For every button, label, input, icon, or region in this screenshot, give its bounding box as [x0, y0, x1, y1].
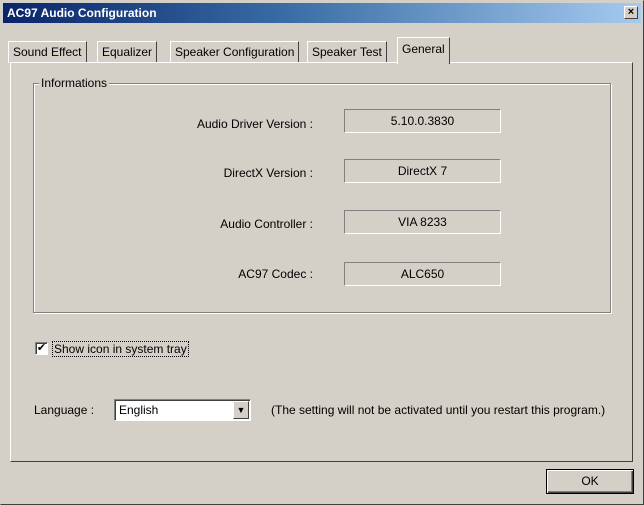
show-tray-icon-label[interactable]: Show icon in system tray — [52, 341, 189, 357]
tab-equalizer[interactable]: Equalizer — [97, 41, 158, 63]
audio-controller-value: VIA 8233 — [344, 210, 501, 234]
dropdown-arrow-button[interactable]: ▼ — [233, 401, 249, 419]
close-button[interactable]: × — [624, 6, 638, 19]
restart-notice: (The setting will not be activated until… — [271, 403, 606, 417]
directx-version-value: DirectX 7 — [344, 159, 501, 183]
audio-controller-label: Audio Controller : — [220, 217, 313, 231]
dialog-window: AC97 Audio Configuration × Sound Effect … — [0, 0, 644, 505]
window-title: AC97 Audio Configuration — [7, 6, 157, 20]
close-icon: × — [627, 6, 635, 18]
directx-version-label: DirectX Version : — [223, 166, 313, 180]
tab-general[interactable]: General — [397, 37, 450, 64]
language-label: Language : — [34, 403, 95, 417]
show-tray-icon-checkbox[interactable]: ✔ — [35, 342, 48, 355]
ac97-codec-value: ALC650 — [344, 262, 501, 286]
language-select[interactable]: English ▼ — [114, 399, 251, 421]
tab-sound-effect[interactable]: Sound Effect — [8, 41, 87, 63]
groupbox-title: Informations — [39, 76, 110, 90]
audio-driver-version-value: 5.10.0.3830 — [344, 109, 501, 133]
ac97-codec-label: AC97 Codec : — [238, 267, 313, 281]
tab-speaker-configuration[interactable]: Speaker Configuration — [170, 41, 300, 63]
chevron-down-icon: ▼ — [236, 405, 246, 415]
checkmark-icon: ✔ — [36, 342, 47, 354]
audio-driver-version-label: Audio Driver Version : — [196, 117, 313, 131]
ok-button[interactable]: OK — [546, 469, 634, 494]
title-bar[interactable]: AC97 Audio Configuration × — [3, 3, 641, 23]
language-selected-value: English — [119, 403, 159, 417]
tab-speaker-test[interactable]: Speaker Test — [307, 41, 387, 63]
